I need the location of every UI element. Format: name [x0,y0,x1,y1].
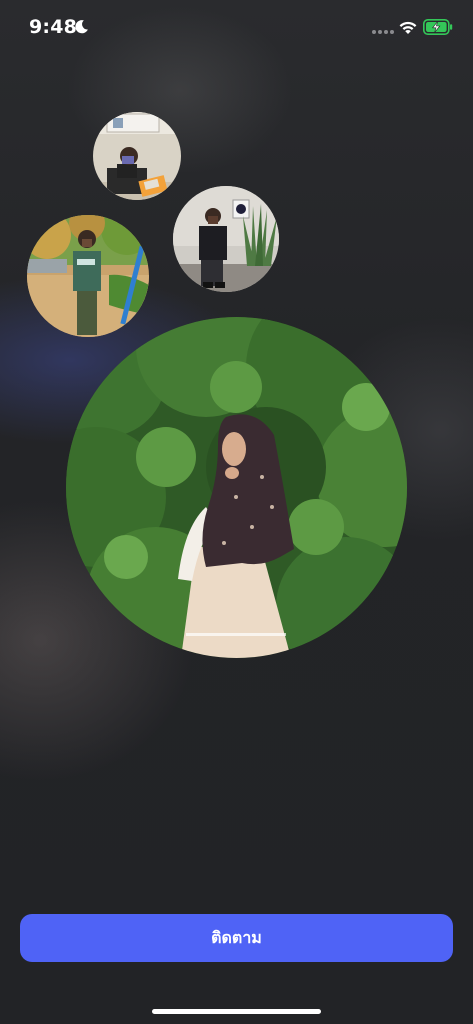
wifi-icon [398,19,418,35]
home-indicator[interactable] [152,1009,321,1014]
signal-dots-icon [372,30,394,34]
follow-button[interactable]: ติดตาม [20,914,453,962]
status-time: 9:48 [29,16,78,38]
battery-charging-icon [423,19,453,35]
profile-photo-man-reading[interactable] [93,112,181,200]
status-bar: 9:48 [0,0,473,56]
moon-icon [74,19,89,34]
profile-photo-woman-hijab-garden[interactable] [66,317,407,658]
profile-photo-man-outdoors[interactable] [27,215,149,337]
profile-photo-man-standing-indoors[interactable] [173,186,279,292]
